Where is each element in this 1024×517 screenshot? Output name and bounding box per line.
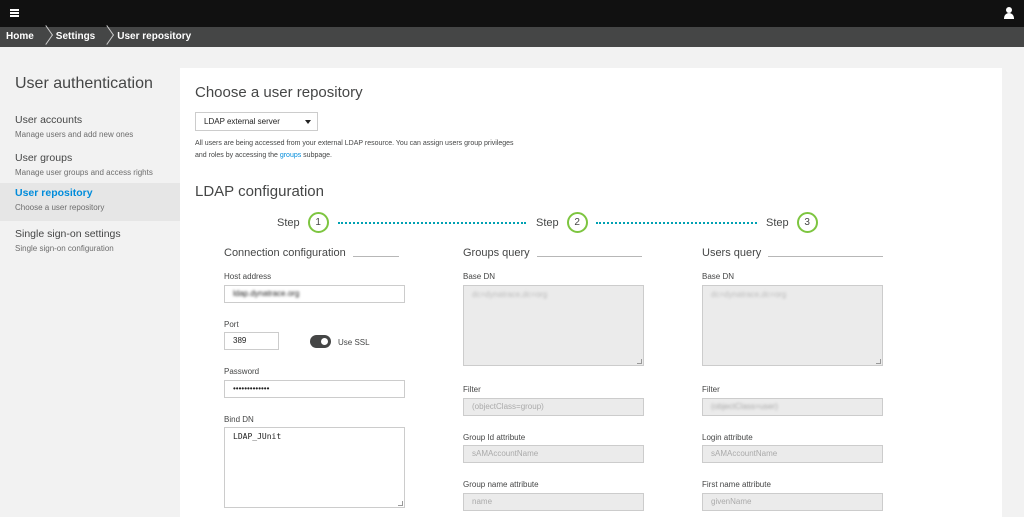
password-input[interactable]: ••••••••••••• xyxy=(224,380,405,398)
toggle-knob xyxy=(320,337,329,346)
sidebar-item-user-repository[interactable]: User repository Choose a user repository xyxy=(0,183,180,221)
users-filter-placeholder: (objectClass=user) xyxy=(711,402,778,411)
step-1[interactable]: Step 1 xyxy=(277,212,329,233)
group-id-attribute-input[interactable]: sAMAccountName xyxy=(463,445,644,463)
group-name-attribute-input[interactable]: name xyxy=(463,493,644,511)
users-filter-input[interactable]: (objectClass=user) xyxy=(702,398,883,416)
step-label: Step xyxy=(766,216,789,229)
step-3[interactable]: Step 3 xyxy=(766,212,818,233)
groups-base-dn-placeholder: dc=dynatrace,dc=org xyxy=(472,290,548,299)
sidebar-item-label: User groups xyxy=(15,152,73,164)
sidebar-item-label: User accounts xyxy=(15,114,83,126)
port-input[interactable]: 389 xyxy=(224,332,279,350)
first-name-attribute-placeholder: givenName xyxy=(711,497,752,506)
top-bar xyxy=(0,0,1024,27)
sidebar-item-single-sign-on[interactable]: Single sign-on settings Single sign-on c… xyxy=(0,224,180,262)
sidebar-item-label: User repository xyxy=(15,187,93,199)
resize-grip-icon[interactable] xyxy=(637,359,642,364)
group-id-attribute-label: Group Id attribute xyxy=(463,433,526,442)
first-name-attribute-input[interactable]: givenName xyxy=(702,493,883,511)
step-connector xyxy=(596,222,757,224)
sidebar-item-user-groups[interactable]: User groups Manage user groups and acces… xyxy=(0,148,180,186)
groups-filter-input[interactable]: (objectClass=group) xyxy=(463,398,644,416)
group-name-attribute-placeholder: name xyxy=(472,497,493,506)
group-id-attribute-placeholder: sAMAccountName xyxy=(472,449,539,458)
sidebar-item-sublabel: Choose a user repository xyxy=(15,203,105,212)
groups-link[interactable]: groups xyxy=(280,152,301,159)
groups-filter-placeholder: (objectClass=group) xyxy=(472,402,544,411)
breadcrumb-user-repository[interactable]: User repository xyxy=(111,27,199,47)
breadcrumb-home[interactable]: Home xyxy=(0,27,42,47)
resize-grip-icon[interactable] xyxy=(876,359,881,364)
hamburger-menu-icon[interactable] xyxy=(10,9,19,17)
ldap-config-heading: LDAP configuration xyxy=(195,183,324,200)
login-attribute-label: Login attribute xyxy=(702,433,753,442)
breadcrumb: Home Settings User repository xyxy=(0,27,1024,47)
users-base-dn-textarea[interactable]: dc=dynatrace,dc=org xyxy=(702,285,883,366)
repository-description: All users are being accessed from your e… xyxy=(195,138,515,162)
use-ssl-label: Use SSL xyxy=(338,338,370,347)
page-title: Choose a user repository xyxy=(195,84,363,101)
sidebar-item-user-accounts[interactable]: User accounts Manage users and add new o… xyxy=(0,110,180,148)
use-ssl-toggle[interactable] xyxy=(310,335,331,348)
port-value: 389 xyxy=(233,336,247,345)
host-address-label: Host address xyxy=(224,272,272,281)
description-text-end: subpage. xyxy=(301,152,332,159)
groups-query-heading: Groups query xyxy=(463,247,642,259)
step-number: 3 xyxy=(796,212,818,233)
group-name-attribute-label: Group name attribute xyxy=(463,480,539,489)
users-filter-label: Filter xyxy=(702,385,720,394)
bind-dn-value: LDAP_JUnit xyxy=(233,432,282,441)
groups-filter-label: Filter xyxy=(463,385,481,394)
password-value: ••••••••••••• xyxy=(233,384,270,393)
sidebar-item-sublabel: Single sign-on configuration xyxy=(15,244,114,253)
breadcrumb-settings[interactable]: Settings xyxy=(50,27,103,47)
login-attribute-input[interactable]: sAMAccountName xyxy=(702,445,883,463)
breadcrumb-separator xyxy=(42,27,50,47)
connection-config-heading: Connection configuration xyxy=(224,247,399,259)
main-panel: Choose a user repository LDAP external s… xyxy=(180,68,1002,517)
users-query-heading: Users query xyxy=(702,247,884,259)
repository-select-value: LDAP external server xyxy=(204,117,280,126)
heading-rule xyxy=(352,255,399,257)
users-query-title: Users query xyxy=(702,247,762,259)
users-base-dn-placeholder: dc=dynatrace,dc=org xyxy=(711,290,787,299)
heading-rule xyxy=(536,255,642,257)
caret-down-icon xyxy=(305,120,311,124)
sidebar-title: User authentication xyxy=(15,75,153,92)
heading-rule xyxy=(768,255,884,257)
password-label: Password xyxy=(224,367,260,376)
breadcrumb-separator xyxy=(103,27,111,47)
first-name-attribute-label: First name attribute xyxy=(702,480,771,489)
host-address-input[interactable]: ldap.dynatrace.org xyxy=(224,285,405,303)
groups-query-title: Groups query xyxy=(463,247,530,259)
login-attribute-placeholder: sAMAccountName xyxy=(711,449,778,458)
user-icon[interactable] xyxy=(1004,7,1014,19)
step-label: Step xyxy=(277,216,300,229)
users-base-dn-label: Base DN xyxy=(702,272,735,281)
host-address-value: ldap.dynatrace.org xyxy=(233,289,300,298)
resize-grip-icon[interactable] xyxy=(398,501,403,506)
port-label: Port xyxy=(224,320,239,329)
sidebar-item-label: Single sign-on settings xyxy=(15,228,121,240)
repository-select[interactable]: LDAP external server xyxy=(195,112,318,131)
bind-dn-label: Bind DN xyxy=(224,415,254,424)
step-connector xyxy=(338,222,526,224)
connection-config-title: Connection configuration xyxy=(224,247,346,259)
step-2[interactable]: Step 2 xyxy=(536,212,588,233)
sidebar-item-sublabel: Manage user groups and access rights xyxy=(15,168,153,177)
step-label: Step xyxy=(536,216,559,229)
groups-base-dn-textarea[interactable]: dc=dynatrace,dc=org xyxy=(463,285,644,366)
description-text: All users are being accessed from your e… xyxy=(195,140,514,159)
groups-base-dn-label: Base DN xyxy=(463,272,496,281)
bind-dn-textarea[interactable]: LDAP_JUnit xyxy=(224,427,405,508)
sidebar-item-sublabel: Manage users and add new ones xyxy=(15,130,134,139)
step-number: 1 xyxy=(307,212,329,233)
step-number: 2 xyxy=(566,212,588,233)
